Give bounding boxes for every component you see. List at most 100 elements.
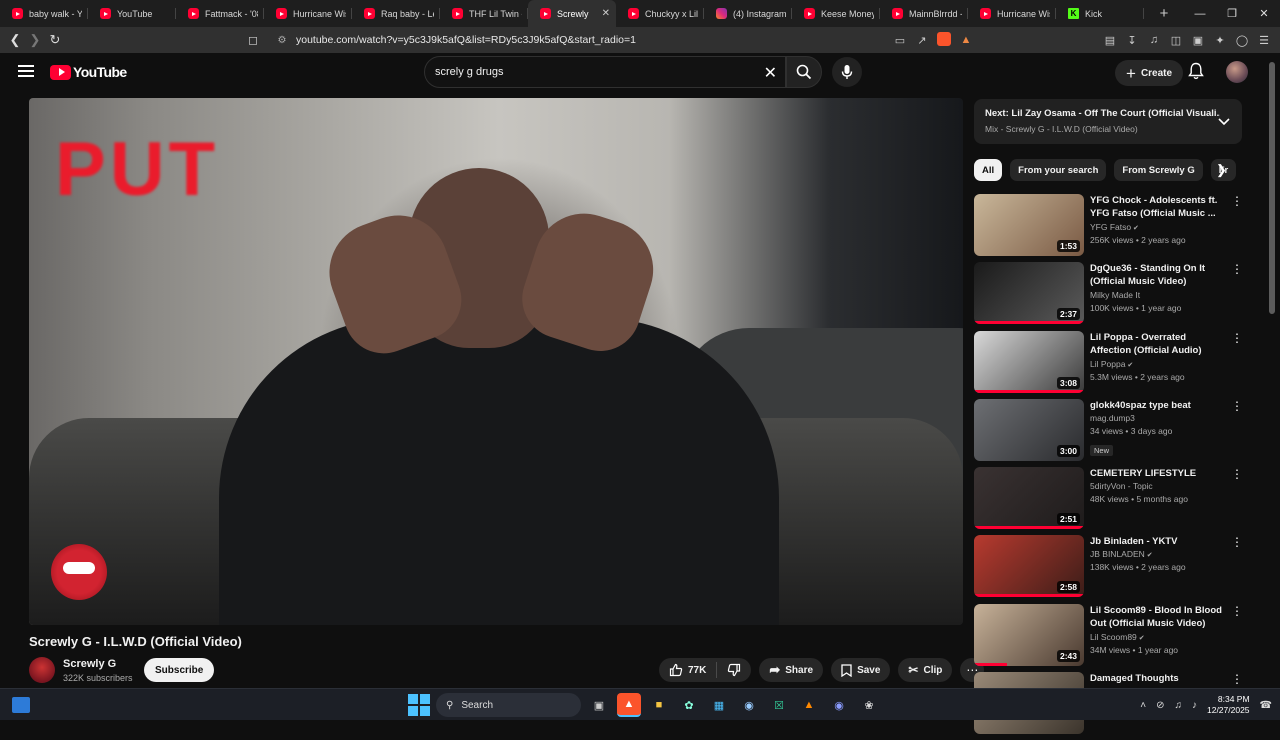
browser-tab[interactable]: baby walk - Yo [0,0,88,27]
brave-browser-icon[interactable]: ▲ [617,693,641,717]
taskbar-search[interactable]: ⚲ Search [436,693,581,717]
file-explorer-icon[interactable]: ■ [647,693,671,717]
recommendation-title[interactable]: YFG Chock - Adolescents ft. YFG Fatso (O… [1090,194,1228,220]
subscribe-button[interactable]: Subscribe [144,658,215,682]
channel-watermark-logo[interactable] [51,544,107,600]
filter-chip[interactable]: From Screwly G [1114,159,1203,181]
recommendation-item[interactable]: 2:43 Lil Scoom89 - Blood In Blood Out (Of… [974,603,1244,672]
browser-tab[interactable]: Keese Money - [792,0,880,27]
steam-icon[interactable]: ◉ [737,693,761,717]
recommendation-title[interactable]: Lil Poppa - Overrated Affection (Officia… [1090,331,1228,357]
browser-tab[interactable]: Hurricane Wisd [264,0,352,27]
more-options-icon[interactable]: ⋮ [1231,536,1243,548]
recommendation-title[interactable]: Damaged Thoughts [1090,672,1228,685]
excel-icon[interactable]: ☒ [767,693,791,717]
widgets-icon[interactable] [12,697,30,713]
tray-overflow-icon[interactable]: ˄ [1140,700,1146,711]
chatgpt-icon[interactable]: ❀ [857,693,881,717]
recommendation-channel[interactable]: Milky Made It [1090,290,1140,300]
back-icon[interactable]: ❮ [5,30,25,50]
search-query[interactable]: screly g drugs [435,66,503,78]
volume-icon[interactable]: ♪ [1192,700,1197,711]
brave-shields-icon[interactable] [934,31,954,49]
recommendation-title[interactable]: Lil Scoom89 - Blood In Blood Out (Offici… [1090,604,1228,630]
recommendation-item[interactable]: 1:53 YFG Chock - Adolescents ft. YFG Fats… [974,194,1244,262]
browser-tab[interactable]: Screwly ✕ [528,0,616,27]
browser-tab[interactable]: Hurricane Wisd [968,0,1056,27]
chips-next-chevron-icon[interactable]: ❯ [1216,162,1227,178]
new-tab-button[interactable]: + [1152,5,1176,22]
recommendation-title[interactable]: DgQue36 - Standing On It (Official Music… [1090,262,1228,288]
browser-tab[interactable]: MainnBlrrdd - [880,0,968,27]
save-button[interactable]: Save [831,658,891,682]
browser-tab[interactable]: THF Lil Twin - ' [440,0,528,27]
browser-tab[interactable]: (4) Instagram [704,0,792,27]
recommendation-item[interactable]: 2:37 DgQue36 - Standing On It (Official M… [974,262,1244,330]
vlc-icon[interactable]: ▲ [797,693,821,717]
address-bar[interactable]: ◻ ⚙ youtube.com/watch?v=y5c3J9k5afQ&list… [242,29,995,51]
browser-tab[interactable]: Chuckyy x Lil K [616,0,704,27]
video-thumbnail[interactable]: 3:08 [974,330,1084,393]
browser-tab[interactable]: Fattmack - '08 [176,0,264,27]
notifications-icon[interactable]: ☎ [1260,700,1272,711]
clip-button[interactable]: ✂ Clip [898,658,953,682]
recommendation-item[interactable]: 2:51 CEMETERY LIFESTYLE 5dirtyVon - Topic 4… [974,467,1244,535]
filter-chip[interactable]: From your search [1010,159,1107,181]
mic-tray-icon[interactable]: ♫ [1174,700,1182,711]
recommendation-channel[interactable]: Lil Poppa ✔ [1090,359,1133,369]
scrollbar-thumb[interactable] [1269,62,1275,314]
discord-icon[interactable]: ◉ [827,693,851,717]
voice-search-button[interactable] [832,57,862,87]
recommendation-channel[interactable]: 5dirtyVon - Topic [1090,481,1153,491]
network-off-icon[interactable]: ⊘ [1156,700,1164,711]
video-thumbnail[interactable]: 2:43 [974,603,1084,666]
like-button[interactable]: 77K [659,658,716,682]
notifications-bell-icon[interactable] [1188,62,1204,85]
leo-icon[interactable]: ✦ [1210,34,1230,47]
brave-rewards-icon[interactable]: ▲ [956,34,976,46]
wallet-icon[interactable]: ▣ [1188,34,1208,47]
minimize-icon[interactable]: — [1184,0,1216,27]
channel-avatar[interactable] [29,657,55,683]
cast-icon[interactable]: ▭ [890,34,910,47]
recommendation-title[interactable]: glokk40spaz type beat [1090,399,1228,412]
more-options-icon[interactable]: ⋮ [1231,605,1243,617]
video-thumbnail[interactable]: 1:53 [974,194,1084,256]
video-thumbnail[interactable]: 2:37 [974,262,1084,325]
media-icon[interactable]: ♫ [1144,34,1164,46]
copilot-icon[interactable]: ✿ [677,693,701,717]
video-thumbnail[interactable]: 2:58 [974,535,1084,598]
reader-icon[interactable]: ◫ [1166,34,1186,47]
menu-icon[interactable]: ☰ [1254,34,1274,47]
recommendation-channel[interactable]: mag.dump3 [1090,413,1135,423]
hamburger-menu-icon[interactable] [18,65,34,77]
search-input[interactable]: screly g drugs ✕ [424,56,786,88]
account-avatar[interactable] [1226,61,1248,83]
more-options-icon[interactable]: ⋮ [1231,332,1243,344]
page-scrollbar[interactable] [1268,56,1276,684]
video-thumbnail[interactable]: 3:00 [974,398,1084,461]
bookmark-icon[interactable]: ◻ [242,33,264,47]
filter-chip[interactable]: All [974,159,1003,181]
url-text[interactable]: youtube.com/watch?v=y5c3J9k5afQ&list=RDy… [296,34,636,46]
share-button[interactable]: ➦ Share [759,658,824,682]
browser-tab[interactable]: K Kick [1056,0,1144,27]
recommendation-channel-name[interactable]: 5dirtyVon - Topic [1090,481,1153,491]
youtube-logo[interactable]: YouTube [50,64,127,80]
create-button[interactable]: + Create [1115,60,1184,86]
recommendation-title[interactable]: CEMETERY LIFESTYLE [1090,467,1228,480]
recommendation-channel-name[interactable]: Lil Poppa [1090,359,1125,369]
more-options-icon[interactable]: ⋮ [1231,673,1243,685]
forward-icon[interactable]: ❯ [25,30,45,50]
restore-icon[interactable]: ❐ [1216,0,1248,27]
microsoft-store-icon[interactable]: ▦ [707,693,731,717]
video-thumbnail[interactable]: 2:51 [974,467,1084,530]
recommendation-channel[interactable]: YFG Fatso ✔ [1090,222,1139,232]
share-page-icon[interactable]: ↗ [912,34,932,47]
clear-search-icon[interactable]: ✕ [764,63,777,83]
sidebar-icon[interactable]: ▤ [1100,34,1120,47]
chevron-down-icon[interactable] [1218,113,1230,131]
clock[interactable]: 8:34 PM 12/27/2025 [1207,694,1250,716]
start-windows-icon[interactable] [408,694,430,716]
more-options-icon[interactable]: ⋮ [1231,400,1243,412]
